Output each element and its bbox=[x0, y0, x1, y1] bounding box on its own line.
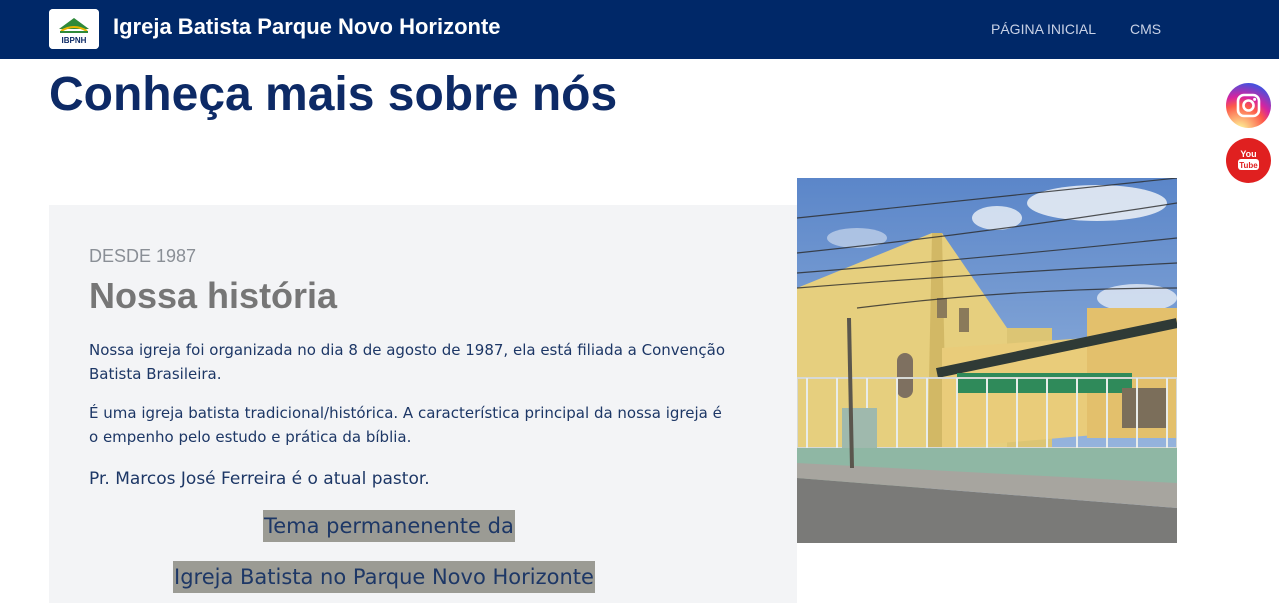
youtube-icon: You Tube bbox=[1238, 149, 1259, 170]
history-title: Nossa história bbox=[89, 275, 338, 316]
logo-graphic: IBPNH bbox=[49, 9, 99, 49]
history-paragraph: É uma igreja batista tradicional/históri… bbox=[89, 404, 722, 446]
church-logo[interactable]: IBPNH bbox=[49, 9, 99, 49]
church-building-photo bbox=[797, 178, 1177, 543]
instagram-link[interactable] bbox=[1226, 83, 1271, 128]
pastor-paragraph: Pr. Marcos José Ferreira é o atual pasto… bbox=[89, 469, 430, 489]
logo-text: IBPNH bbox=[62, 36, 87, 45]
nav-link-cms[interactable]: CMS bbox=[1130, 20, 1161, 38]
theme-line: Igreja Batista no Parque Novo Horizonte bbox=[173, 561, 595, 593]
history-paragraph: Nossa igreja foi organizada no dia 8 de … bbox=[89, 341, 726, 383]
youtube-link[interactable]: You Tube bbox=[1226, 138, 1271, 183]
history-section: DESDE 1987 Nossa história Nossa igreja f… bbox=[49, 205, 797, 603]
page-title: Conheça mais sobre nós bbox=[49, 68, 618, 121]
youtube-label-you: You bbox=[1240, 149, 1256, 159]
youtube-label-tube: Tube bbox=[1239, 161, 1258, 170]
nav-link-home[interactable]: PÁGINA INICIAL bbox=[991, 20, 1096, 38]
theme-line: Tema permanenente da bbox=[263, 510, 515, 542]
since-label: DESDE 1987 bbox=[89, 246, 197, 266]
brand-name[interactable]: Igreja Batista Parque Novo Horizonte bbox=[113, 13, 501, 41]
top-navbar: IBPNH Igreja Batista Parque Novo Horizon… bbox=[0, 0, 1279, 59]
instagram-icon bbox=[1236, 93, 1261, 118]
